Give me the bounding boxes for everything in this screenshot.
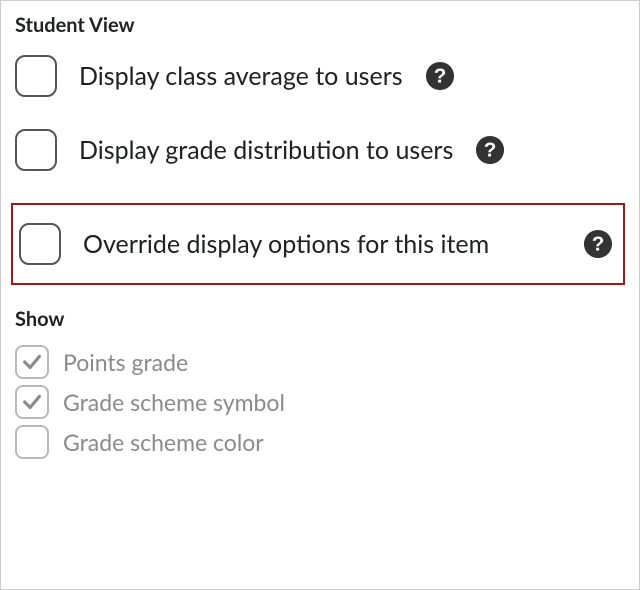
help-icon[interactable]: ?: [425, 61, 455, 91]
checkbox-grade-distribution[interactable]: [15, 129, 57, 171]
option-row-override-display: Override display options for this item ?: [11, 203, 625, 285]
student-view-panel: Student View Display class average to us…: [0, 0, 640, 590]
checkbox-grade-scheme-symbol: [15, 385, 49, 419]
help-icon[interactable]: ?: [583, 229, 613, 259]
show-row-grade-scheme-color: Grade scheme color: [15, 425, 625, 459]
section-title-show: Show: [15, 307, 625, 331]
help-icon[interactable]: ?: [475, 135, 505, 165]
label-grade-scheme-color: Grade scheme color: [63, 428, 264, 456]
checkbox-points-grade: [15, 345, 49, 379]
svg-text:?: ?: [592, 233, 605, 256]
checkbox-grade-scheme-color: [15, 425, 49, 459]
svg-text:?: ?: [484, 139, 497, 162]
label-override-display: Override display options for this item: [83, 229, 561, 259]
label-grade-scheme-symbol: Grade scheme symbol: [63, 388, 285, 416]
checkbox-override-display[interactable]: [19, 223, 61, 265]
show-row-points-grade: Points grade: [15, 345, 625, 379]
option-row-grade-distribution: Display grade distribution to users ?: [15, 129, 625, 171]
section-title-student-view: Student View: [15, 13, 625, 37]
show-row-grade-scheme-symbol: Grade scheme symbol: [15, 385, 625, 419]
label-grade-distribution: Display grade distribution to users: [79, 135, 453, 165]
label-points-grade: Points grade: [63, 348, 188, 376]
checkbox-class-average[interactable]: [15, 55, 57, 97]
option-row-class-average: Display class average to users ?: [15, 55, 625, 97]
svg-text:?: ?: [433, 65, 446, 88]
label-class-average: Display class average to users: [79, 61, 403, 91]
